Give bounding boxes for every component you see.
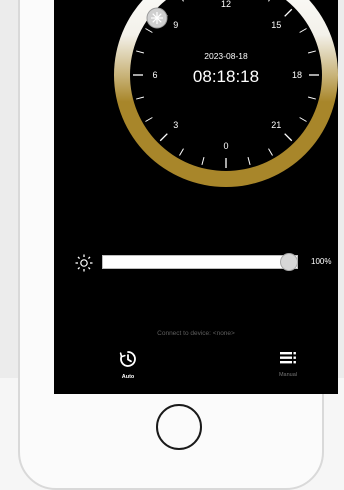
clock-dial: 0 3 6 9 12 15 18 21 2023-08-18 08:18:18: [111, 0, 338, 192]
hour-label-0: 0: [223, 141, 228, 151]
nav-manual-label: Manual: [278, 372, 298, 378]
phone-frame: 0 3 6 9 12 15 18 21 2023-08-18 08:18:18: [18, 0, 338, 490]
dial-date: 2023-08-18: [204, 51, 248, 61]
app-screen: 0 3 6 9 12 15 18 21 2023-08-18 08:18:18: [54, 0, 338, 394]
nav-auto-label: Auto: [121, 374, 135, 380]
hour-label-18: 18: [292, 70, 302, 80]
sun-icon: [74, 253, 94, 273]
clock-dial-svg: 0 3 6 9 12 15 18 21 2023-08-18 08:18:18: [114, 0, 338, 187]
dial-time: 08:18:18: [193, 67, 259, 86]
hour-label-21: 21: [271, 120, 281, 130]
home-button[interactable]: [156, 404, 202, 450]
nav-manual-button[interactable]: Manual: [268, 350, 308, 384]
brightness-percent: 100%: [311, 257, 332, 266]
list-icon: [279, 352, 297, 370]
hour-label-15: 15: [271, 20, 281, 30]
brightness-row: 100%: [74, 251, 338, 275]
connection-status: Connect to device: <none>: [157, 330, 235, 337]
brightness-slider[interactable]: [102, 255, 298, 269]
hour-label-6: 6: [152, 70, 157, 80]
hour-label-12: 12: [221, 0, 231, 9]
hour-label-3: 3: [173, 120, 178, 130]
hour-label-9: 9: [173, 20, 178, 30]
sun-marker-icon[interactable]: [146, 7, 168, 29]
brightness-slider-thumb[interactable]: [280, 253, 298, 271]
clock-icon: [119, 351, 137, 372]
nav-auto-button[interactable]: Auto: [108, 350, 148, 384]
